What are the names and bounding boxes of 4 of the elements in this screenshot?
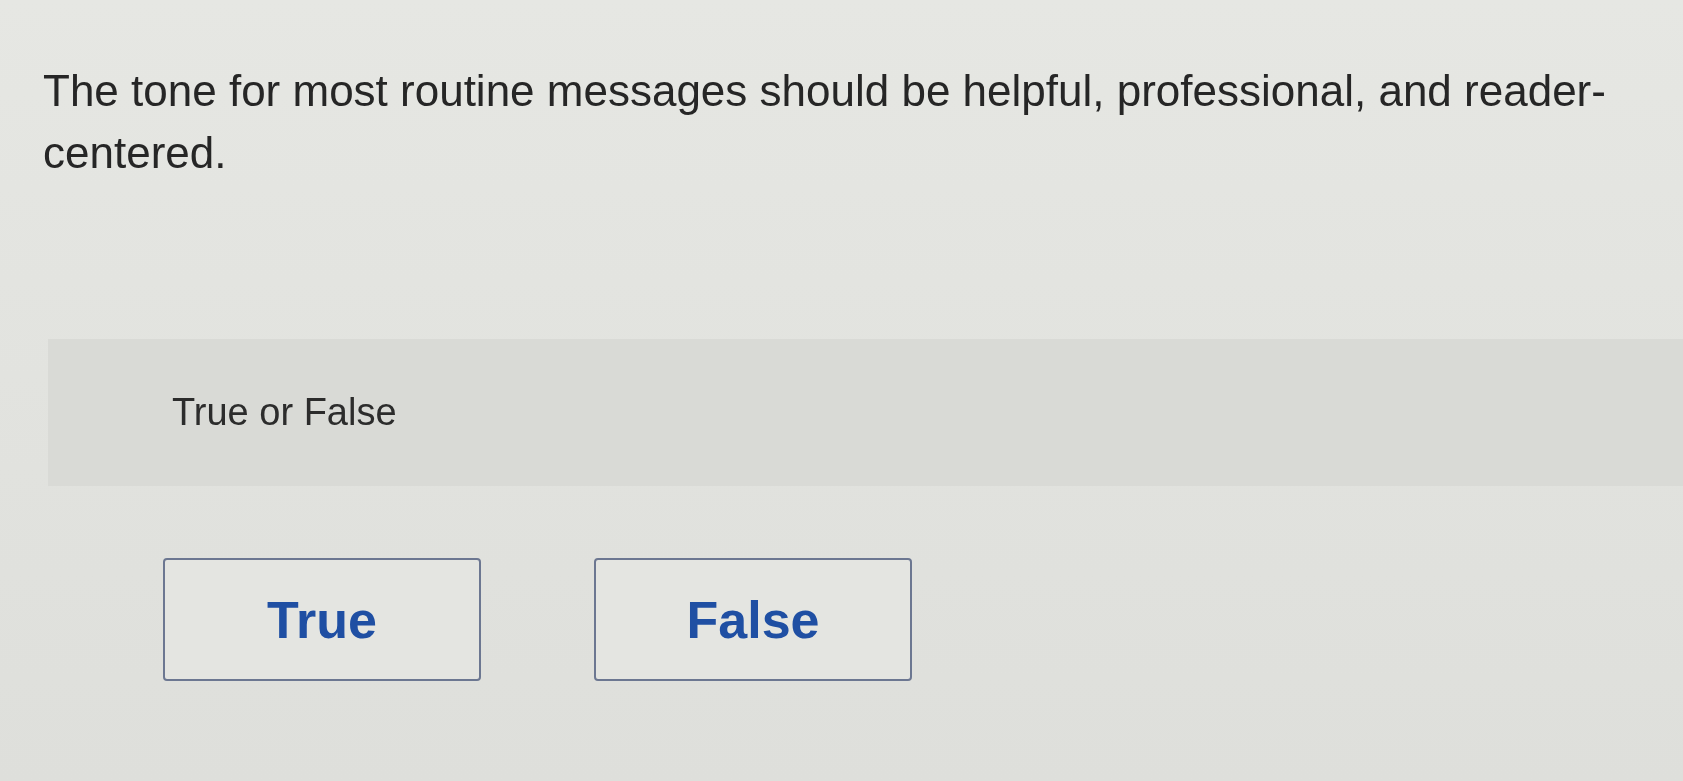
prompt-label: True or False: [172, 391, 397, 434]
question-text: The tone for most routine messages should be helpful, professional, and reader-centered.: [43, 65, 1607, 179]
answer-option-button[interactable]: False: [594, 558, 912, 681]
answer-option-button[interactable]: True: [163, 558, 481, 681]
